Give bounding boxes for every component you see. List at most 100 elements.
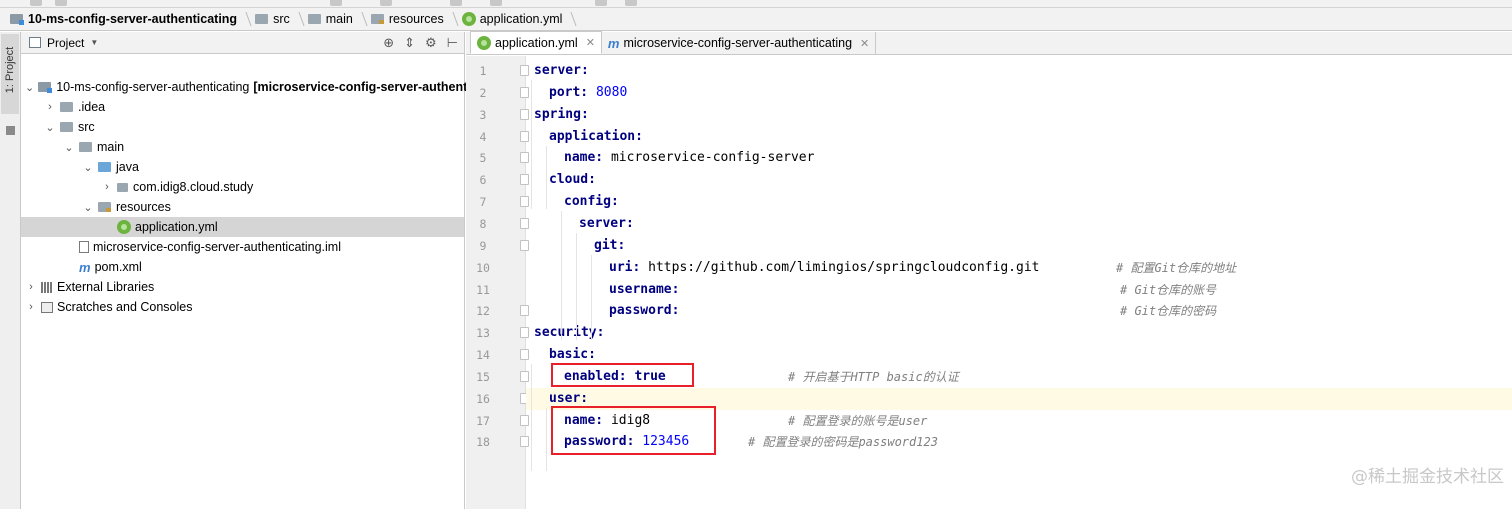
tab-pom[interactable]: m microservice-config-server-authenticat… <box>602 32 877 54</box>
gear-icon[interactable]: ⚙ <box>425 35 437 51</box>
yaml-comment: # 配置登录的账号是user <box>788 413 928 428</box>
line-number: 17 <box>476 413 490 428</box>
yaml-key: name: <box>564 150 604 166</box>
chevron-right-icon[interactable]: › <box>44 101 56 113</box>
tree-item-external-libraries[interactable]: › External Libraries <box>21 277 464 297</box>
breadcrumb-file[interactable]: application.yml <box>460 8 579 31</box>
yaml-key: config: <box>564 194 619 210</box>
breadcrumb-project-label: 10-ms-config-server-authenticating <box>28 12 238 26</box>
maven-icon: m <box>607 35 620 51</box>
chevron-right-icon[interactable]: › <box>25 281 37 293</box>
locate-icon[interactable]: ⊕ <box>383 35 394 51</box>
editor-tabs: application.yml ✕ m microservice-config-… <box>466 31 1512 55</box>
tab-label: application.yml <box>495 35 578 50</box>
structure-icon[interactable] <box>6 126 15 135</box>
close-icon[interactable]: ✕ <box>586 36 595 49</box>
tree-item-resources[interactable]: ⌄ resources <box>21 197 464 217</box>
tree-item-label: resources <box>116 200 171 214</box>
code-line: uri: https://github.com/limingios/spring… <box>526 257 1512 279</box>
breadcrumb-resources[interactable]: resources <box>369 8 460 31</box>
folder-icon <box>60 102 78 112</box>
close-icon[interactable]: ✕ <box>860 37 869 50</box>
tree-item-label: src <box>78 120 95 134</box>
toolbar-button[interactable] <box>55 0 67 6</box>
line-number: 11 <box>476 282 490 297</box>
yaml-key: port: <box>549 84 589 100</box>
line-number: 15 <box>476 369 490 384</box>
code-line: username: # Git仓库的账号 <box>526 279 1512 301</box>
chevron-down-icon[interactable]: ⌄ <box>82 161 94 174</box>
spring-yml-icon <box>117 220 135 234</box>
project-panel-title[interactable]: Project <box>47 36 84 50</box>
folder-icon <box>307 14 321 24</box>
collapse-all-icon[interactable]: ⇕ <box>404 35 415 51</box>
yaml-comment: # 开启基于HTTP basic的认证 <box>788 369 959 384</box>
toolbar-button[interactable] <box>30 0 42 6</box>
tree-item-iml[interactable]: microservice-config-server-authenticatin… <box>21 237 464 257</box>
chevron-down-icon[interactable]: ⌄ <box>63 141 75 154</box>
chevron-down-icon[interactable]: ▼ <box>90 38 98 47</box>
tree-item-idea[interactable]: › .idea <box>21 97 464 117</box>
scratches-icon <box>41 301 57 313</box>
breadcrumb-resources-label: resources <box>388 12 444 26</box>
indent-guide <box>561 211 562 341</box>
yaml-key: basic: <box>549 347 596 363</box>
tree-item-label: microservice-config-server-authenticatin… <box>93 240 341 254</box>
resources-folder-icon <box>370 14 384 24</box>
tree-item-package[interactable]: › com.idig8.cloud.study <box>21 177 464 197</box>
toolbar-button[interactable] <box>380 0 392 6</box>
chevron-right-icon[interactable]: › <box>101 181 113 193</box>
toolbar-button[interactable] <box>595 0 607 6</box>
tree-item-src[interactable]: ⌄ src <box>21 117 464 137</box>
project-panel-actions: ⊕ ⇕ ⚙ ⊢ <box>383 35 458 51</box>
maven-icon: m <box>79 259 91 275</box>
tree-item-label: main <box>97 140 125 154</box>
breadcrumb-separator <box>240 12 252 26</box>
left-tool-strip: 1: Project <box>0 32 21 509</box>
tree-item-label: 10-ms-config-server-authenticating <box>56 80 250 94</box>
line-number: 5 <box>479 151 487 166</box>
tree-item-module-suffix: [microservice-config-server-authent <box>253 80 468 94</box>
tree-item-main[interactable]: ⌄ main <box>21 137 464 157</box>
tree-item-pom[interactable]: m pom.xml <box>21 257 464 277</box>
tree-item-scratches[interactable]: › Scratches and Consoles <box>21 297 464 317</box>
code-line: port: 8080 <box>526 82 1512 104</box>
tree-item-project[interactable]: ⌄ 10-ms-config-server-authenticating [micr… <box>21 77 468 97</box>
hide-icon[interactable]: ⊢ <box>447 35 458 51</box>
folder-icon <box>255 14 269 24</box>
watermark: @稀土掘金技术社区 <box>1351 467 1504 487</box>
toolbar-button[interactable] <box>625 0 637 6</box>
folder-icon <box>60 122 78 132</box>
tab-application-yml[interactable]: application.yml ✕ <box>470 31 602 54</box>
line-number: 13 <box>476 326 490 341</box>
chevron-right-icon[interactable]: › <box>25 301 37 313</box>
yaml-key: spring: <box>534 106 589 122</box>
toolbar-button[interactable] <box>490 0 502 6</box>
package-icon <box>117 182 133 192</box>
iml-file-icon <box>79 241 93 253</box>
spring-yml-icon <box>461 12 476 26</box>
yaml-comment: # Git仓库的密码 <box>1120 304 1217 319</box>
breadcrumb-main[interactable]: main <box>306 8 369 31</box>
libraries-icon <box>41 281 57 293</box>
yaml-comment: # Git仓库的账号 <box>1120 282 1217 297</box>
chevron-down-icon[interactable]: ⌄ <box>82 201 94 214</box>
chevron-down-icon[interactable]: ⌄ <box>44 121 56 134</box>
toolbar-button[interactable] <box>330 0 342 6</box>
line-number: 4 <box>479 129 487 144</box>
yaml-comment: # 配置Git仓库的地址 <box>1116 260 1237 275</box>
resources-folder-icon <box>98 202 116 212</box>
tree-item-java[interactable]: ⌄ java <box>21 157 464 177</box>
tree-item-application-yml[interactable]: application.yml <box>21 217 464 237</box>
breadcrumb-src[interactable]: src <box>253 8 306 31</box>
yaml-key: password: <box>609 303 680 319</box>
project-tool-tab[interactable]: 1: Project <box>1 34 19 114</box>
toolbar-button[interactable] <box>450 0 462 6</box>
breadcrumb-project[interactable]: 10-ms-config-server-authenticating <box>8 8 253 31</box>
highlight-box-enabled <box>551 363 694 387</box>
indent-guide <box>576 232 577 341</box>
source-folder-icon <box>98 162 116 172</box>
line-number: 3 <box>479 107 487 122</box>
chevron-down-icon[interactable]: ⌄ <box>25 81 34 94</box>
breadcrumb-separator <box>293 12 305 26</box>
